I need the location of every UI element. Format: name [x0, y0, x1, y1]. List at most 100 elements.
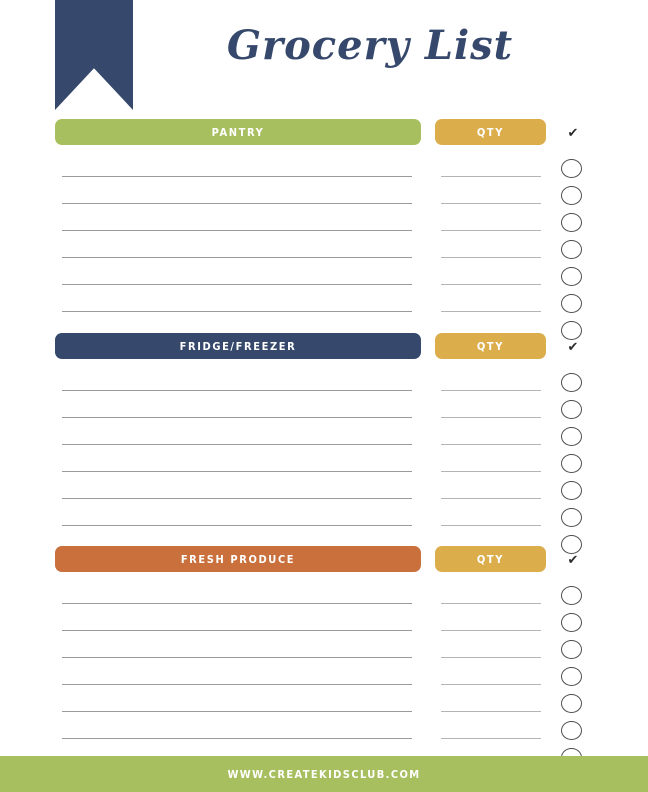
- list-item-row: [0, 475, 648, 502]
- list-item-row: [0, 661, 648, 688]
- item-write-line[interactable]: [62, 657, 412, 658]
- list-item-row: [0, 688, 648, 715]
- qty-write-line[interactable]: [441, 390, 541, 391]
- list-item-row: [0, 715, 648, 742]
- qty-write-line[interactable]: [441, 176, 541, 177]
- qty-write-line[interactable]: [441, 525, 541, 526]
- list-item-row: [0, 207, 648, 234]
- qty-write-line[interactable]: [441, 657, 541, 658]
- item-write-line[interactable]: [62, 203, 412, 204]
- list-item-row: [0, 180, 648, 207]
- category-label: PANTRY: [211, 125, 265, 139]
- list-item-row: [0, 580, 648, 607]
- rows-container: [0, 153, 648, 342]
- qty-label: QTY: [476, 125, 505, 139]
- section-fridge-freezer: FRIDGE/FREEZER QTY ✔: [0, 333, 648, 556]
- qty-bar: QTY: [435, 119, 546, 145]
- list-item-row: [0, 634, 648, 661]
- category-label: FRIDGE/FREEZER: [179, 339, 297, 353]
- list-item-row: [0, 261, 648, 288]
- item-write-line[interactable]: [62, 738, 412, 739]
- qty-label: QTY: [476, 339, 505, 353]
- item-write-line[interactable]: [62, 284, 412, 285]
- qty-write-line[interactable]: [441, 230, 541, 231]
- checkbox-circle[interactable]: [561, 400, 582, 419]
- checkbox-circle[interactable]: [561, 373, 582, 392]
- item-write-line[interactable]: [62, 630, 412, 631]
- qty-write-line[interactable]: [441, 498, 541, 499]
- ribbon-banner-decoration: [55, 0, 133, 110]
- list-item-row: [0, 607, 648, 634]
- item-write-line[interactable]: [62, 684, 412, 685]
- category-bar: FRIDGE/FREEZER: [55, 333, 421, 359]
- item-write-line[interactable]: [62, 603, 412, 604]
- item-write-line[interactable]: [62, 417, 412, 418]
- category-bar: FRESH PRODUCE: [55, 546, 421, 572]
- checkmark-icon: ✔: [567, 124, 579, 140]
- checkmark-icon: ✔: [567, 338, 579, 354]
- checkbox-circle[interactable]: [561, 454, 582, 473]
- section-header: FRIDGE/FREEZER QTY ✔: [0, 333, 648, 359]
- checkbox-circle[interactable]: [561, 186, 582, 205]
- list-item-row: [0, 421, 648, 448]
- checkmark-icon: ✔: [567, 551, 579, 567]
- checkbox-circle[interactable]: [561, 721, 582, 740]
- category-label: FRESH PRODUCE: [180, 552, 296, 566]
- checkbox-circle[interactable]: [561, 481, 582, 500]
- checkbox-circle[interactable]: [561, 508, 582, 527]
- qty-write-line[interactable]: [441, 284, 541, 285]
- item-write-line[interactable]: [62, 498, 412, 499]
- item-write-line[interactable]: [62, 711, 412, 712]
- section-pantry: PANTRY QTY ✔: [0, 119, 648, 342]
- section-header: FRESH PRODUCE QTY ✔: [0, 546, 648, 572]
- qty-bar: QTY: [435, 546, 546, 572]
- checkbox-circle[interactable]: [561, 213, 582, 232]
- qty-write-line[interactable]: [441, 630, 541, 631]
- qty-write-line[interactable]: [441, 738, 541, 739]
- section-fresh-produce: FRESH PRODUCE QTY ✔: [0, 546, 648, 769]
- item-write-line[interactable]: [62, 525, 412, 526]
- category-bar: PANTRY: [55, 119, 421, 145]
- qty-write-line[interactable]: [441, 311, 541, 312]
- list-item-row: [0, 367, 648, 394]
- checkbox-circle[interactable]: [561, 586, 582, 605]
- item-write-line[interactable]: [62, 230, 412, 231]
- list-item-row: [0, 234, 648, 261]
- grocery-list-page: Grocery List PANTRY QTY ✔ FRIDGE/FREEZER QTY…: [0, 0, 648, 792]
- rows-container: [0, 580, 648, 769]
- qty-write-line[interactable]: [441, 417, 541, 418]
- qty-label: QTY: [476, 552, 505, 566]
- qty-write-line[interactable]: [441, 203, 541, 204]
- item-write-line[interactable]: [62, 311, 412, 312]
- item-write-line[interactable]: [62, 390, 412, 391]
- checkbox-circle[interactable]: [561, 613, 582, 632]
- checkbox-circle[interactable]: [561, 240, 582, 259]
- footer-website-text: WWW.CREATEKIDSCLUB.COM: [227, 767, 421, 781]
- item-write-line[interactable]: [62, 257, 412, 258]
- list-item-row: [0, 288, 648, 315]
- checkbox-circle[interactable]: [561, 267, 582, 286]
- qty-write-line[interactable]: [441, 684, 541, 685]
- checkbox-circle[interactable]: [561, 694, 582, 713]
- checkbox-circle[interactable]: [561, 640, 582, 659]
- checkbox-circle[interactable]: [561, 667, 582, 686]
- list-item-row: [0, 502, 648, 529]
- list-item-row: [0, 394, 648, 421]
- rows-container: [0, 367, 648, 556]
- qty-write-line[interactable]: [441, 603, 541, 604]
- checkbox-circle[interactable]: [561, 427, 582, 446]
- page-title: Grocery List: [226, 22, 514, 69]
- qty-write-line[interactable]: [441, 444, 541, 445]
- section-header: PANTRY QTY ✔: [0, 119, 648, 145]
- item-write-line[interactable]: [62, 176, 412, 177]
- qty-write-line[interactable]: [441, 711, 541, 712]
- qty-write-line[interactable]: [441, 257, 541, 258]
- item-write-line[interactable]: [62, 471, 412, 472]
- footer-bar: WWW.CREATEKIDSCLUB.COM: [0, 756, 648, 792]
- checkbox-circle[interactable]: [561, 294, 582, 313]
- checkbox-circle[interactable]: [561, 159, 582, 178]
- qty-bar: QTY: [435, 333, 546, 359]
- qty-write-line[interactable]: [441, 471, 541, 472]
- item-write-line[interactable]: [62, 444, 412, 445]
- list-item-row: [0, 448, 648, 475]
